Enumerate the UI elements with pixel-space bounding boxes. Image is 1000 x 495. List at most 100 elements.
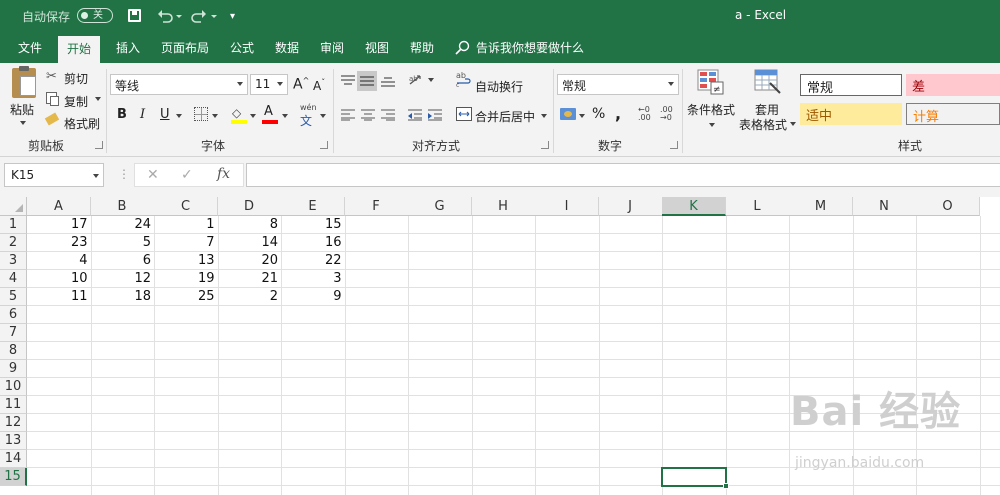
column-header-l[interactable]: L [725,197,790,216]
format-painter-button[interactable]: 格式刷 [64,115,100,132]
column-header-m[interactable]: M [789,197,853,216]
font-launcher-icon[interactable] [320,141,328,149]
decrease-decimal-icon[interactable]: .00 →0 [660,106,673,122]
enter-icon[interactable]: ✓ [181,167,193,183]
alignment-launcher-icon[interactable] [541,141,549,149]
orientation-dropdown-icon[interactable] [428,78,434,82]
cell-a4[interactable]: 10 [27,270,91,288]
orientation-icon[interactable]: ab [408,72,426,88]
bold-button[interactable]: B [117,107,127,122]
cell-e2[interactable]: 16 [281,234,345,252]
column-header-b[interactable]: B [90,197,155,216]
style-neutral[interactable]: 适中 [800,103,902,125]
style-calculation[interactable]: 计算 [906,103,1000,125]
borders-dropdown-icon[interactable] [212,114,218,118]
conditional-formatting-icon[interactable]: ≠ [697,69,725,95]
undo-icon[interactable] [157,9,173,23]
column-header-k[interactable]: K [662,197,726,216]
increase-indent-icon[interactable] [427,109,443,121]
lightbulb-search-icon[interactable] [455,40,470,55]
align-top-icon[interactable] [340,75,356,87]
cell-b2[interactable]: 5 [91,234,155,252]
underline-dropdown-icon[interactable] [176,114,182,118]
column-header-j[interactable]: J [598,197,663,216]
font-color-button[interactable]: A [264,104,273,119]
accounting-format-icon[interactable] [560,108,576,120]
format-as-table-line2[interactable]: 表格格式 [739,116,787,133]
row-header-4[interactable]: 4 [0,270,27,288]
row-header-12[interactable]: 12 [0,414,27,432]
name-box[interactable]: K15 [4,163,104,187]
cell-e5[interactable]: 9 [281,288,345,306]
cell-b5[interactable]: 18 [91,288,155,306]
phonetic-dropdown-icon[interactable] [320,114,326,118]
cell-d5[interactable]: 2 [218,288,282,306]
customize-qat-icon[interactable]: ▾ [230,11,235,22]
cell-b1[interactable]: 24 [91,216,155,234]
cell-e1[interactable]: 15 [281,216,345,234]
decrease-indent-icon[interactable] [407,109,423,121]
accounting-dropdown-icon[interactable] [579,114,585,118]
cell-a5[interactable]: 11 [27,288,91,306]
row-header-3[interactable]: 3 [0,252,27,270]
merge-dropdown-icon[interactable] [541,114,547,118]
cell-e4[interactable]: 3 [281,270,345,288]
align-right-icon[interactable] [380,109,396,121]
style-normal[interactable]: 常规 [800,74,902,96]
merge-center-icon[interactable] [456,107,472,121]
cancel-icon[interactable]: ✕ [147,167,159,183]
format-table-dropdown-icon[interactable] [790,122,796,126]
font-name-select[interactable]: 等线 [110,74,248,95]
cell-c3[interactable]: 13 [154,252,218,270]
cell-d4[interactable]: 21 [218,270,282,288]
tab-file[interactable]: 文件 [18,39,42,56]
align-bottom-icon[interactable] [380,75,396,87]
fill-dropdown-icon[interactable] [250,114,256,118]
redo-dropdown-icon[interactable] [211,15,217,18]
column-header-n[interactable]: N [852,197,917,216]
row-header-14[interactable]: 14 [0,450,27,468]
autosave-toggle[interactable]: 关 [77,8,113,23]
borders-icon[interactable] [194,107,208,121]
format-as-table-icon[interactable] [754,69,782,95]
cell-d2[interactable]: 14 [218,234,282,252]
cell-a3[interactable]: 4 [27,252,91,270]
grow-font-button[interactable]: A^ [293,76,309,93]
paste-icon[interactable] [12,66,36,98]
wrap-text-button[interactable]: 自动换行 [475,78,523,95]
fill-handle[interactable] [722,483,729,489]
column-header-g[interactable]: G [408,197,472,216]
cell-c5[interactable]: 25 [154,288,218,306]
row-header-6[interactable]: 6 [0,306,27,324]
italic-button[interactable]: I [140,107,145,122]
insert-function-icon[interactable]: fx [217,166,230,182]
clipboard-launcher-icon[interactable] [95,141,103,149]
shrink-font-button[interactable]: Aˇ [313,78,325,93]
tab-page-layout[interactable]: 页面布局 [161,39,209,56]
copy-button[interactable]: 复制 [64,93,88,110]
column-header-i[interactable]: I [535,197,599,216]
style-bad[interactable]: 差 [906,74,1000,96]
cell-e3[interactable]: 22 [281,252,345,270]
column-header-h[interactable]: H [471,197,536,216]
worksheet-grid[interactable]: ABCDEFGHIJKLMNO 1 2 3 4 5 6 7 8 9 10 11 12 13 14 15 17… [0,197,1000,495]
column-header-d[interactable]: D [217,197,282,216]
formula-input[interactable] [246,163,1000,187]
row-header-11[interactable]: 11 [0,396,27,414]
paste-button[interactable]: 粘贴 [10,101,34,118]
percent-style-button[interactable]: % [592,106,605,122]
tab-formulas[interactable]: 公式 [230,39,254,56]
paste-dropdown-icon[interactable] [20,121,26,125]
cell-c1[interactable]: 1 [154,216,218,234]
tab-home[interactable]: 开始 [58,36,101,63]
row-header-1[interactable]: 1 [0,216,27,234]
row-header-8[interactable]: 8 [0,342,27,360]
font-color-dropdown-icon[interactable] [282,114,288,118]
number-format-select[interactable]: 常规 [557,74,679,95]
undo-dropdown-icon[interactable] [176,15,182,18]
row-header-7[interactable]: 7 [0,324,27,342]
select-all-corner[interactable] [0,197,27,216]
conditional-dropdown-icon[interactable] [709,123,715,127]
column-header-o[interactable]: O [916,197,980,216]
row-header-2[interactable]: 2 [0,234,27,252]
